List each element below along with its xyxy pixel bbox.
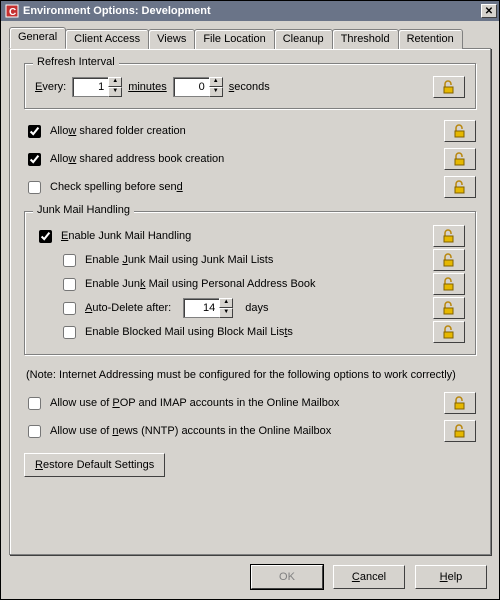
titlebar: C Environment Options: Development ✕	[1, 1, 499, 21]
lock-open-icon	[442, 301, 456, 315]
svg-text:C: C	[9, 7, 16, 18]
ok-button[interactable]: OK	[251, 565, 323, 589]
minutes-spinner[interactable]: ▲▼	[72, 77, 122, 97]
row-spellcheck: Check spelling before send	[24, 175, 476, 199]
group-refresh-interval: Refresh Interval Every: ▲▼ minutes ▲▼ se…	[24, 63, 476, 109]
lock-open-icon	[442, 325, 456, 339]
lock-open-icon	[453, 124, 467, 138]
label-junk-block: Enable Blocked Mail using Block Mail Lis…	[85, 326, 293, 338]
lock-button-shared-addr[interactable]	[444, 148, 476, 170]
autodelete-days-input[interactable]	[183, 298, 219, 318]
minutes-input[interactable]	[72, 77, 108, 97]
label-nntp: Allow use of news (NNTP) accounts in the…	[50, 425, 331, 437]
tab-general[interactable]: General	[9, 27, 66, 49]
group-legend-junk: Junk Mail Handling	[33, 204, 134, 216]
lock-open-icon	[453, 396, 467, 410]
restore-defaults-button[interactable]: Restore Default Settings	[24, 453, 165, 477]
lock-open-icon	[453, 180, 467, 194]
window-title: Environment Options: Development	[23, 5, 481, 17]
group-junk-mail: Junk Mail Handling Enable Junk Mail Hand…	[24, 211, 476, 355]
seconds-label: seconds	[229, 81, 270, 93]
checkbox-junk-autodelete[interactable]	[63, 302, 76, 315]
seconds-input[interactable]	[173, 77, 209, 97]
lock-button-junk-block[interactable]	[433, 321, 465, 343]
row-junk-enable: Enable Junk Mail Handling	[35, 224, 465, 248]
checkbox-junk-lists[interactable]	[63, 254, 76, 267]
every-label: Every:	[35, 81, 66, 93]
autodelete-spin-buttons[interactable]: ▲▼	[219, 298, 233, 318]
group-legend: Refresh Interval	[33, 56, 119, 68]
close-icon: ✕	[485, 6, 493, 17]
client-area: General Client Access Views File Locatio…	[1, 21, 499, 599]
row-shared-folder: Allow shared folder creation	[24, 119, 476, 143]
cancel-button[interactable]: Cancel	[333, 565, 405, 589]
button-row: OK Cancel Help	[9, 555, 491, 593]
label-junk-lists: Enable Junk Mail using Junk Mail Lists	[85, 254, 273, 266]
seconds-spin-buttons[interactable]: ▲▼	[209, 77, 223, 97]
seconds-spinner[interactable]: ▲▼	[173, 77, 223, 97]
lock-button-refresh[interactable]	[433, 76, 465, 98]
note-text: (Note: Internet Addressing must be confi…	[24, 359, 476, 387]
lock-open-icon	[453, 152, 467, 166]
checkbox-nntp[interactable]	[28, 425, 41, 438]
autodelete-days-spinner[interactable]: ▲▼	[183, 298, 233, 318]
row-pop-imap: Allow use of POP and IMAP accounts in th…	[24, 391, 476, 415]
label-spellcheck: Check spelling before send	[50, 181, 183, 193]
tab-threshold[interactable]: Threshold	[332, 29, 399, 49]
lock-button-junk-autodelete[interactable]	[433, 297, 465, 319]
days-label: days	[245, 302, 268, 314]
row-junk-lists: Enable Junk Mail using Junk Mail Lists	[35, 248, 465, 272]
label-junk-pab: Enable Junk Mail using Personal Address …	[85, 278, 316, 290]
app-icon: C	[5, 4, 19, 18]
tab-retention[interactable]: Retention	[398, 29, 463, 49]
tab-cleanup[interactable]: Cleanup	[274, 29, 333, 49]
label-shared-folder: Allow shared folder creation	[50, 125, 186, 137]
row-junk-pab: Enable Junk Mail using Personal Address …	[35, 272, 465, 296]
row-junk-block: Enable Blocked Mail using Block Mail Lis…	[35, 320, 465, 344]
label-shared-addr: Allow shared address book creation	[50, 153, 224, 165]
row-junk-autodelete: Auto-Delete after: ▲▼ days	[35, 296, 465, 320]
tab-views[interactable]: Views	[148, 29, 195, 49]
lock-open-icon	[442, 253, 456, 267]
checkbox-junk-pab[interactable]	[63, 278, 76, 291]
tab-row: General Client Access Views File Locatio…	[9, 27, 491, 49]
checkbox-junk-enable[interactable]	[39, 230, 52, 243]
lock-button-shared-folder[interactable]	[444, 120, 476, 142]
lock-open-icon	[442, 277, 456, 291]
tab-file-location[interactable]: File Location	[194, 29, 274, 49]
dialog-window: C Environment Options: Development ✕ Gen…	[0, 0, 500, 600]
tab-panel-general: Refresh Interval Every: ▲▼ minutes ▲▼ se…	[9, 48, 491, 555]
lock-button-junk-lists[interactable]	[433, 249, 465, 271]
tab-client-access[interactable]: Client Access	[65, 29, 149, 49]
row-nntp: Allow use of news (NNTP) accounts in the…	[24, 419, 476, 443]
checkbox-shared-addr[interactable]	[28, 153, 41, 166]
lock-open-icon	[442, 80, 456, 94]
lock-button-spellcheck[interactable]	[444, 176, 476, 198]
checkbox-spellcheck[interactable]	[28, 181, 41, 194]
checkbox-shared-folder[interactable]	[28, 125, 41, 138]
checkbox-junk-block[interactable]	[63, 326, 76, 339]
refresh-row: Every: ▲▼ minutes ▲▼ seconds	[35, 76, 465, 98]
lock-open-icon	[453, 424, 467, 438]
close-button[interactable]: ✕	[481, 4, 497, 18]
lock-button-junk-pab[interactable]	[433, 273, 465, 295]
label-junk-enable: Enable Junk Mail Handling	[61, 230, 191, 242]
help-button[interactable]: Help	[415, 565, 487, 589]
row-shared-addr: Allow shared address book creation	[24, 147, 476, 171]
lock-button-junk-enable[interactable]	[433, 225, 465, 247]
label-junk-autodelete: Auto-Delete after:	[85, 302, 171, 314]
lock-button-nntp[interactable]	[444, 420, 476, 442]
minutes-label: minutes	[128, 81, 167, 93]
checkbox-pop-imap[interactable]	[28, 397, 41, 410]
minutes-spin-buttons[interactable]: ▲▼	[108, 77, 122, 97]
lock-button-pop-imap[interactable]	[444, 392, 476, 414]
lock-open-icon	[442, 229, 456, 243]
label-pop-imap: Allow use of POP and IMAP accounts in th…	[50, 397, 339, 409]
